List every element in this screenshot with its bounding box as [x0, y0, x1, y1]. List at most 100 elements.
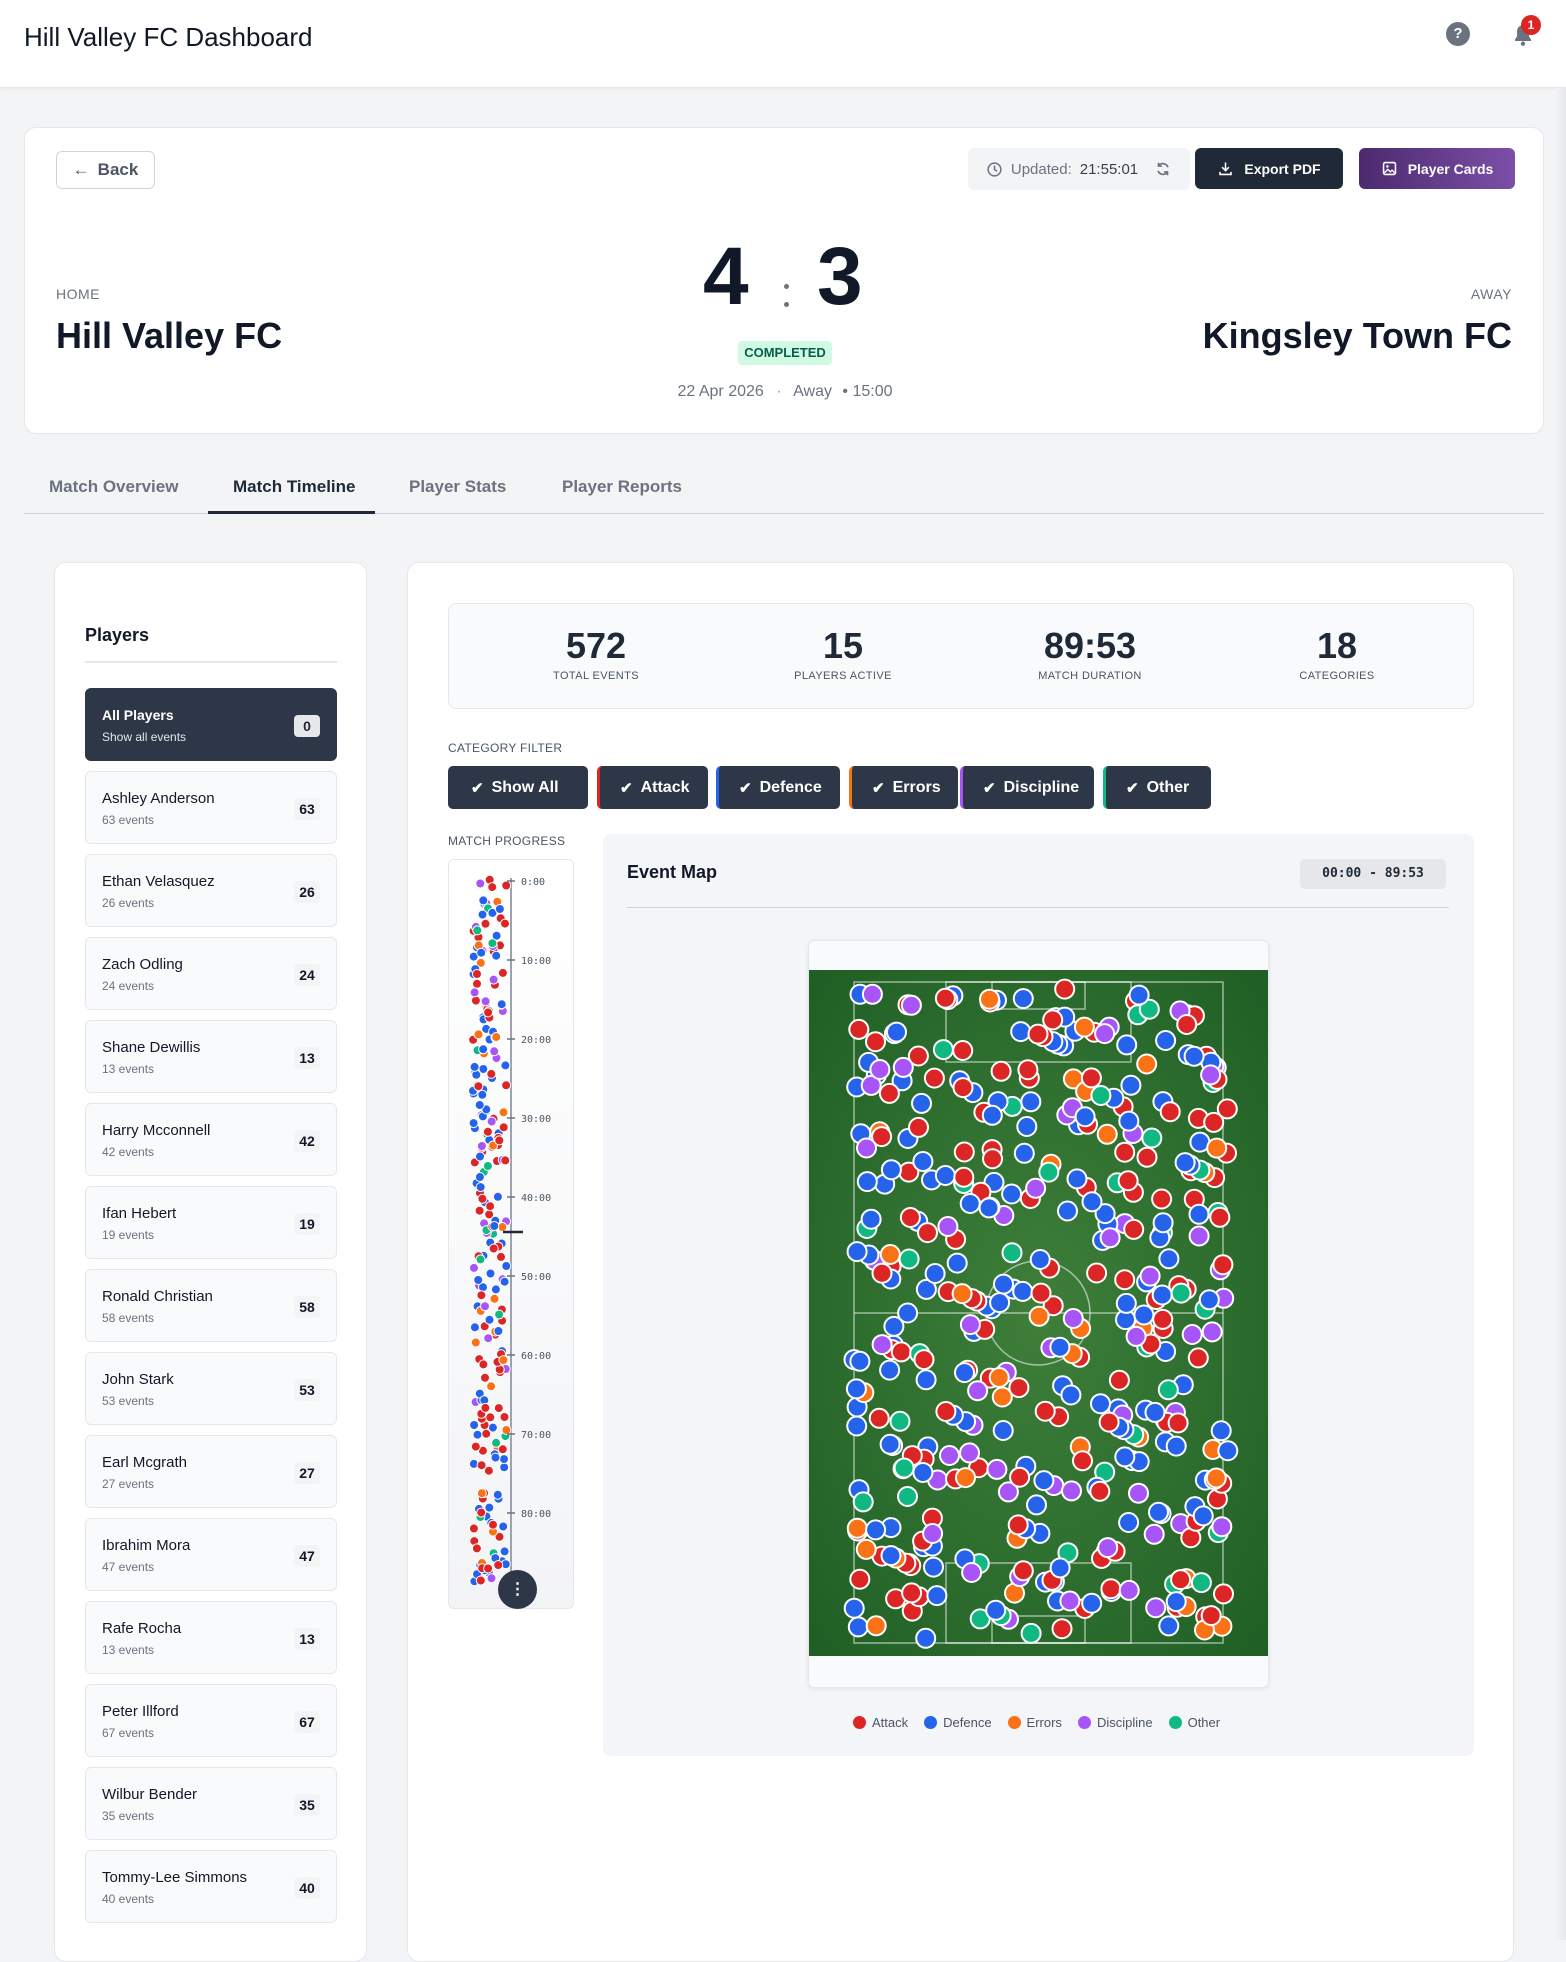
event-marker[interactable]: [1181, 1324, 1203, 1345]
event-marker[interactable]: [952, 1077, 974, 1099]
timeline-event-marker[interactable]: [482, 1126, 493, 1137]
event-marker[interactable]: [1094, 1023, 1116, 1045]
event-marker[interactable]: [1159, 1101, 1181, 1123]
event-marker[interactable]: [993, 1273, 1014, 1295]
event-marker[interactable]: [893, 1457, 915, 1479]
event-marker[interactable]: [1057, 1200, 1078, 1222]
event-marker[interactable]: [1114, 1141, 1136, 1163]
timeline-event-marker[interactable]: [475, 1182, 486, 1193]
filter-attack[interactable]: ✔ Attack: [597, 766, 708, 809]
timeline-event-marker[interactable]: [475, 1254, 486, 1265]
player-cards-button[interactable]: Player Cards: [1359, 148, 1515, 189]
timeline-event-marker[interactable]: [488, 1243, 499, 1254]
timeline-event-marker[interactable]: [491, 950, 502, 961]
timeline-event-marker[interactable]: [486, 1116, 497, 1127]
timeline-event-marker[interactable]: [492, 1489, 503, 1500]
event-marker[interactable]: [961, 1562, 983, 1583]
event-marker[interactable]: [1141, 1127, 1163, 1149]
event-marker[interactable]: [1217, 1440, 1239, 1462]
event-marker[interactable]: [880, 1159, 902, 1181]
event-marker[interactable]: [879, 1244, 901, 1265]
timeline-event-marker[interactable]: [477, 1193, 488, 1204]
timeline-event-marker[interactable]: [472, 978, 482, 989]
event-marker[interactable]: [1049, 1557, 1071, 1579]
event-marker[interactable]: [1201, 1321, 1223, 1343]
event-marker[interactable]: [1028, 1305, 1050, 1327]
timeline-event-marker[interactable]: [489, 1221, 500, 1231]
event-marker[interactable]: [1216, 1098, 1238, 1120]
event-marker[interactable]: [1054, 978, 1076, 1000]
timeline-event-marker[interactable]: [494, 1135, 505, 1146]
event-marker[interactable]: [1128, 984, 1150, 1006]
event-marker[interactable]: [1133, 1304, 1155, 1326]
timeline-event-marker[interactable]: [491, 1032, 502, 1042]
timeline-event-marker[interactable]: [487, 938, 498, 949]
event-marker[interactable]: [1080, 1067, 1102, 1089]
timeline-event-marker[interactable]: [492, 1191, 503, 1202]
event-marker[interactable]: [1033, 1470, 1055, 1492]
event-marker[interactable]: [1062, 1308, 1084, 1329]
event-marker[interactable]: [959, 1193, 981, 1214]
event-marker[interactable]: [924, 1263, 946, 1284]
event-marker[interactable]: [953, 1141, 975, 1163]
event-marker[interactable]: [1165, 1591, 1187, 1613]
event-marker[interactable]: [1073, 1016, 1095, 1038]
timeline-event-marker[interactable]: [499, 1546, 510, 1557]
event-marker[interactable]: [868, 1407, 890, 1429]
timeline-event-marker[interactable]: [474, 1172, 485, 1182]
event-marker[interactable]: [1190, 1572, 1212, 1594]
event-marker[interactable]: [846, 1517, 868, 1539]
timeline-event-marker[interactable]: [469, 1420, 480, 1430]
event-marker[interactable]: [1167, 1412, 1189, 1434]
event-marker[interactable]: [1009, 1466, 1031, 1488]
event-marker[interactable]: [1012, 1560, 1034, 1582]
event-marker[interactable]: [1025, 1177, 1047, 1199]
event-marker[interactable]: [865, 1519, 887, 1541]
timeline-event-marker[interactable]: [501, 1261, 512, 1271]
timeline-event-marker[interactable]: [498, 1355, 509, 1366]
timeline-event-marker[interactable]: [480, 1402, 491, 1413]
event-marker[interactable]: [986, 1458, 1008, 1480]
event-marker[interactable]: [1029, 1249, 1051, 1270]
event-marker[interactable]: [849, 1568, 871, 1590]
event-marker[interactable]: [1206, 1137, 1228, 1159]
timeline-event-marker[interactable]: [474, 1100, 485, 1110]
event-marker[interactable]: [856, 1137, 877, 1159]
event-marker[interactable]: [1034, 1400, 1056, 1422]
timeline-event-marker[interactable]: [470, 1441, 481, 1452]
event-marker[interactable]: [988, 1367, 1010, 1388]
event-marker[interactable]: [892, 1056, 914, 1078]
timeline-event-marker[interactable]: [499, 1462, 510, 1473]
event-marker[interactable]: [879, 1433, 901, 1455]
filter-errors[interactable]: ✔ Errors: [849, 766, 958, 809]
timeline-event-marker[interactable]: [476, 1290, 487, 1301]
timeline-event-marker[interactable]: [499, 1276, 510, 1287]
timeline-event-marker[interactable]: [469, 1061, 480, 1072]
timeline-event-marker[interactable]: [500, 918, 510, 929]
event-marker[interactable]: [897, 1302, 919, 1324]
timeline-event-marker[interactable]: [473, 1081, 484, 1092]
event-marker[interactable]: [846, 1415, 868, 1437]
event-marker[interactable]: [1151, 1188, 1173, 1210]
timeline-event-marker[interactable]: [486, 1381, 497, 1392]
event-marker[interactable]: [946, 1252, 968, 1274]
event-marker[interactable]: [1205, 1467, 1227, 1489]
event-marker[interactable]: [1152, 1308, 1174, 1330]
event-marker[interactable]: [1148, 1501, 1169, 1523]
help-icon[interactable]: ?: [1446, 22, 1470, 46]
event-marker[interactable]: [847, 1616, 869, 1638]
event-marker[interactable]: [1026, 1494, 1047, 1516]
event-marker[interactable]: [935, 1401, 957, 1422]
event-marker[interactable]: [934, 987, 956, 1009]
event-marker[interactable]: [1099, 1227, 1121, 1249]
event-marker[interactable]: [1100, 1578, 1122, 1600]
timeline-event-marker[interactable]: [477, 1089, 488, 1100]
event-marker[interactable]: [865, 1615, 887, 1637]
event-marker[interactable]: [849, 1350, 871, 1372]
player-item[interactable]: Ethan Velasquez 26 events 26: [85, 854, 337, 927]
event-marker[interactable]: [1158, 1615, 1180, 1637]
refresh-icon[interactable]: [1154, 160, 1172, 178]
timeline-event-marker[interactable]: [501, 880, 512, 891]
event-marker[interactable]: [1013, 1142, 1035, 1164]
event-marker[interactable]: [1120, 1074, 1142, 1096]
